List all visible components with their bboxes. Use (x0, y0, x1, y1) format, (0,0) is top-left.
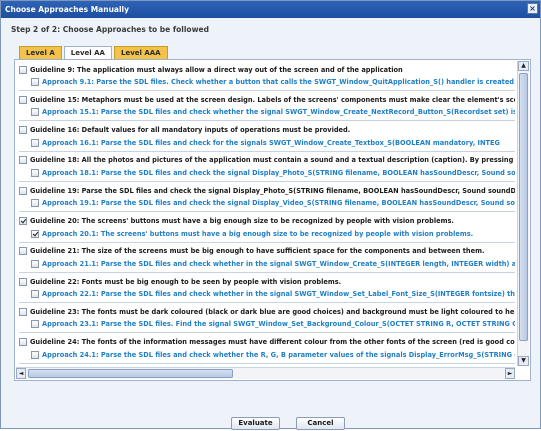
guideline-text: Guideline 15: Metaphors must be used at … (30, 95, 515, 104)
approach-checkbox[interactable] (31, 108, 39, 117)
approach-row[interactable]: Approach 19.1: Parse the SDL files and c… (19, 198, 515, 209)
guideline-checkbox[interactable] (19, 65, 27, 74)
approach-text: Approach 18.1: Parse the SDL files and c… (42, 168, 515, 177)
row-divider (19, 362, 515, 364)
guideline-row[interactable]: Guideline 23: The fonts must be dark col… (19, 306, 515, 317)
approach-text: Approach 20.1: The screens' buttons must… (42, 229, 474, 238)
approach-row[interactable]: Approach 21.1: Parse the SDL files and c… (19, 258, 515, 269)
step-label: Step 2 of 2: Choose Approaches to be fol… (11, 25, 209, 34)
guidelines-list: Guideline 9: The application must always… (19, 62, 515, 367)
guideline-checkbox[interactable] (19, 217, 27, 225)
guideline-text: Guideline 18: All the photos and picture… (30, 156, 515, 165)
approach-checkbox[interactable] (31, 168, 39, 177)
row-divider (19, 302, 515, 304)
guideline-checkbox[interactable] (19, 247, 27, 256)
guideline-row[interactable]: Guideline 22: Fonts must be big enough t… (19, 276, 515, 287)
approach-text: Approach 16.1: Parse the SDL files and c… (42, 138, 500, 147)
vertical-scrollbar[interactable]: ▲ ▼ (517, 61, 529, 366)
row-divider (19, 241, 515, 243)
guideline-checkbox[interactable] (19, 307, 27, 316)
guideline-text: Guideline 9: The application must always… (30, 65, 403, 74)
approach-checkbox[interactable] (31, 78, 39, 86)
approach-row[interactable]: Approach 23.1: Parse the SDL files. Find… (19, 319, 515, 330)
tab-level-a[interactable]: Level A (19, 46, 62, 59)
approach-text: Approach 15.1: Parse the SDL files and c… (42, 108, 515, 117)
approach-row[interactable]: Approach 22.1: Parse the SDL files and c… (19, 289, 515, 300)
approach-checkbox[interactable] (31, 199, 39, 208)
approach-text: Approach 23.1: Parse the SDL files. Find… (42, 320, 515, 329)
level-tabs: Level A Level AA Level AAA (19, 46, 170, 59)
guideline-row[interactable]: Guideline 15: Metaphors must be used at … (19, 94, 515, 105)
guideline-text: Guideline 24: The fonts of the informati… (30, 338, 515, 347)
guideline-text: Guideline 22: Fonts must be big enough t… (30, 277, 342, 286)
guideline-row[interactable]: Guideline 21: The size of the screens mu… (19, 246, 515, 257)
approach-checkbox[interactable] (31, 138, 39, 147)
guideline-checkbox[interactable] (19, 338, 27, 347)
approach-row[interactable]: Approach 24.1: Parse the SDL files and c… (19, 349, 515, 360)
guideline-checkbox[interactable] (19, 95, 27, 104)
close-icon[interactable]: × (527, 3, 538, 14)
tab-level-aaa[interactable]: Level AAA (113, 46, 168, 59)
row-divider (19, 211, 515, 213)
scroll-down-icon[interactable]: ▼ (518, 356, 529, 366)
guideline-row[interactable]: Guideline 20: The screens' buttons must … (19, 216, 515, 227)
guideline-text: Guideline 20: The screens' buttons must … (30, 217, 454, 225)
guideline-text: Guideline 21: The size of the screens mu… (30, 247, 485, 256)
approach-checkbox[interactable] (31, 320, 39, 329)
vertical-scroll-thumb[interactable] (519, 73, 528, 341)
row-divider (19, 332, 515, 334)
guideline-checkbox[interactable] (19, 277, 27, 286)
guideline-text: Guideline 19: Parse the SDL files and ch… (30, 186, 515, 195)
approach-row[interactable]: Approach 20.1: The screens' buttons must… (19, 228, 515, 239)
approach-checkbox[interactable] (31, 259, 39, 268)
approach-row[interactable]: Approach 16.1: Parse the SDL files and c… (19, 137, 515, 148)
guidelines-panel: Guideline 9: The application must always… (14, 59, 531, 381)
guideline-row[interactable]: Guideline 16: Default values for all man… (19, 125, 515, 136)
cancel-button[interactable]: Cancel (296, 417, 345, 430)
approach-text: Approach 9.1: Parse the SDL files. Check… (42, 78, 515, 86)
approach-checkbox[interactable] (31, 290, 39, 299)
row-divider (19, 180, 515, 182)
row-divider (19, 150, 515, 152)
approach-text: Approach 24.1: Parse the SDL files and c… (42, 350, 515, 359)
scroll-up-icon[interactable]: ▲ (518, 61, 529, 71)
approach-row[interactable]: Approach 15.1: Parse the SDL files and c… (19, 107, 515, 118)
guideline-row[interactable]: Guideline 9: The application must always… (19, 64, 515, 75)
dialog-window: Choose Approaches Manually × Step 2 of 2… (0, 0, 541, 430)
scroll-right-icon[interactable]: ► (505, 368, 515, 379)
approach-text: Approach 21.1: Parse the SDL files and c… (42, 259, 515, 268)
guideline-row[interactable]: Guideline 24: The fonts of the informati… (19, 337, 515, 348)
guideline-row[interactable]: Guideline 18: All the photos and picture… (19, 155, 515, 166)
guideline-text: Guideline 23: The fonts must be dark col… (30, 307, 515, 316)
guideline-row[interactable]: Guideline 19: Parse the SDL files and ch… (19, 185, 515, 196)
evaluate-button[interactable]: Evaluate (231, 417, 280, 430)
tab-level-aa[interactable]: Level AA (63, 46, 112, 59)
approach-text: Approach 22.1: Parse the SDL files and c… (42, 290, 515, 299)
row-divider (19, 90, 515, 91)
horizontal-scrollbar[interactable]: ◄ ► (16, 367, 515, 379)
approach-row[interactable]: Approach 18.1: Parse the SDL files and c… (19, 167, 515, 178)
horizontal-scroll-thumb[interactable] (28, 369, 233, 378)
row-divider (19, 120, 515, 122)
approach-row[interactable]: Approach 9.1: Parse the SDL files. Check… (19, 77, 515, 88)
approach-checkbox[interactable] (31, 350, 39, 359)
guideline-text: Guideline 16: Default values for all man… (30, 126, 351, 135)
guideline-checkbox[interactable] (19, 186, 27, 195)
approach-checkbox[interactable] (31, 229, 39, 238)
guideline-checkbox[interactable] (19, 156, 27, 165)
guideline-checkbox[interactable] (19, 126, 27, 135)
title-bar: Choose Approaches Manually × (1, 1, 540, 18)
approach-text: Approach 19.1: Parse the SDL files and c… (42, 199, 515, 208)
scroll-left-icon[interactable]: ◄ (16, 368, 26, 379)
row-divider (19, 271, 515, 273)
window-title: Choose Approaches Manually (5, 5, 130, 14)
